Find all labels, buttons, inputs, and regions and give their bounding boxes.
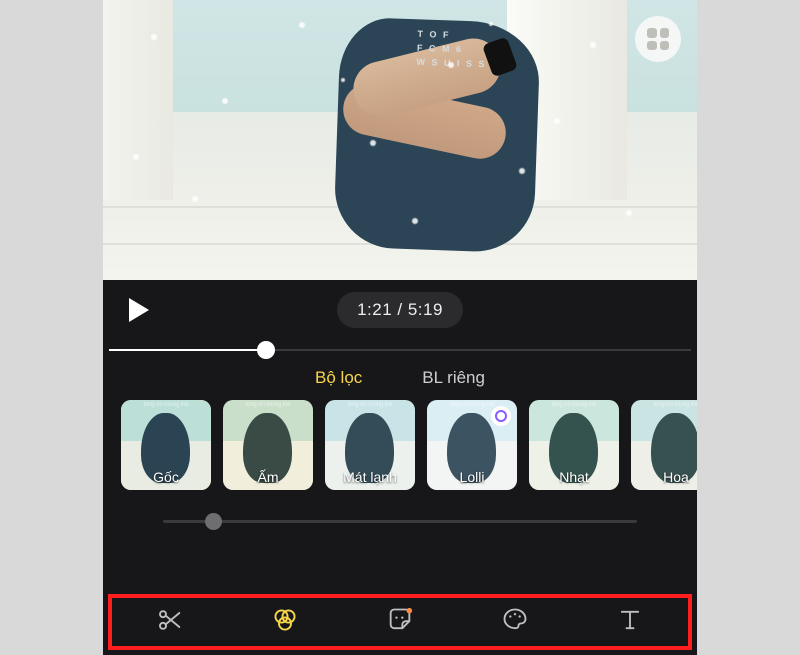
filter-goc[interactable]: tổng ơn mừng thế Gốc	[121, 400, 211, 490]
filter-tabs: Bộ lọc BL riêng	[103, 368, 697, 388]
tool-text[interactable]	[615, 607, 645, 637]
tool-filters[interactable]	[270, 607, 300, 637]
subject-person: T O F F C M 6 W S U I S S	[297, 0, 557, 240]
video-preview[interactable]: T O F F C M 6 W S U I S S	[103, 0, 697, 280]
grid-icon	[647, 28, 669, 50]
filter-intensity-slider[interactable]	[163, 512, 637, 530]
tool-sticker[interactable]	[385, 607, 415, 637]
palette-icon	[501, 606, 529, 639]
layout-grid-button[interactable]	[635, 16, 681, 62]
playback-bar: 1:21 / 5:19	[103, 284, 697, 336]
filter-am[interactable]: tổng ơn mừng thế Ấm	[223, 400, 313, 490]
seek-knob[interactable]	[257, 341, 275, 359]
tool-draw[interactable]	[500, 607, 530, 637]
filters-icon	[271, 606, 299, 639]
intensity-knob[interactable]	[205, 513, 222, 530]
filter-matlanh[interactable]: tổng ơn mừng thế Mát lạnh	[325, 400, 415, 490]
bottom-toolbar	[108, 594, 692, 650]
video-editor-screen: T O F F C M 6 W S U I S S 1:21 / 5:19	[103, 0, 697, 655]
filter-strip[interactable]: tổng ơn mừng thế Gốc tổng ơn mừng thế Ấm…	[103, 400, 697, 490]
sticker-icon	[386, 606, 414, 639]
time-display: 1:21 / 5:19	[337, 292, 463, 328]
tab-filters[interactable]: Bộ lọc	[315, 368, 362, 388]
tab-custom-filters[interactable]: BL riêng	[422, 368, 485, 388]
tool-cut[interactable]	[155, 607, 185, 637]
filter-nhat[interactable]: tổng ơn mừng thế Nhạt	[529, 400, 619, 490]
filter-lolli[interactable]: tổng ơn mừng thế Lolli	[427, 400, 517, 490]
premium-badge-icon	[491, 406, 511, 426]
scissors-icon	[156, 606, 184, 639]
seek-fill	[109, 349, 266, 351]
filter-hoa[interactable]: tổng ơn mừng thế Hoa	[631, 400, 697, 490]
text-icon	[616, 606, 644, 639]
seek-slider[interactable]	[109, 340, 691, 360]
play-button[interactable]	[129, 298, 149, 322]
